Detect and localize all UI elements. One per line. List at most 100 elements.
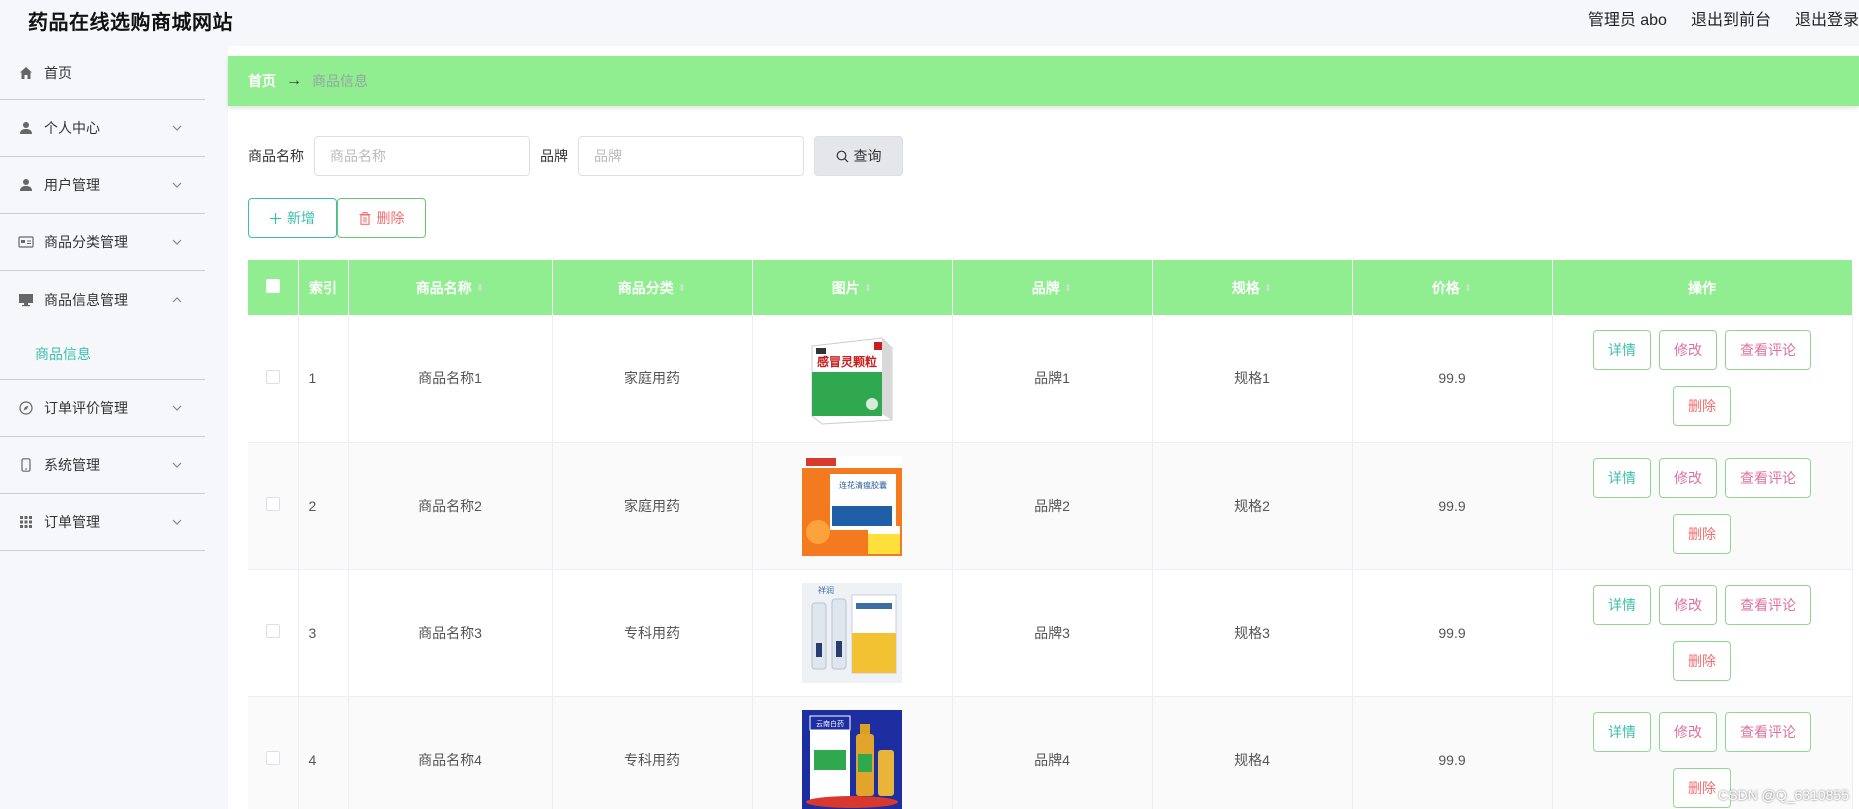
chevron-down-icon: [172, 239, 182, 245]
sort-icon[interactable]: ⬍: [476, 283, 484, 294]
logout-link[interactable]: 退出登录: [1795, 6, 1859, 30]
chevron-down-icon: [172, 125, 182, 131]
edit-button[interactable]: 修改: [1659, 457, 1717, 498]
breadcrumb-home[interactable]: 首页: [248, 71, 276, 91]
delete-button[interactable]: 删除: [1673, 386, 1731, 427]
column-header-spec[interactable]: 规格 ⬍: [1152, 260, 1353, 315]
row-category: 专科用药: [552, 696, 753, 809]
edit-button[interactable]: 修改: [1659, 584, 1717, 625]
sidebar-item-order-review[interactable]: 订单评价管理: [0, 380, 205, 437]
product-image[interactable]: 连花清瘟胶囊: [802, 455, 902, 556]
column-header-brand[interactable]: 品牌 ⬍: [952, 260, 1153, 315]
row-checkbox[interactable]: [265, 751, 280, 765]
column-header-index: 索引: [298, 260, 349, 315]
sidebar-item-category[interactable]: 商品分类管理: [0, 214, 205, 271]
batch-delete-label: 删除: [376, 210, 405, 226]
column-header-image[interactable]: 图片 ⬍: [752, 260, 953, 315]
submenu-product-info[interactable]: 商品信息: [0, 328, 205, 380]
column-header-price[interactable]: 价格 ⬍: [1352, 260, 1553, 315]
select-all-checkbox[interactable]: [265, 279, 280, 293]
table-row: 1 商品名称1 家庭用药 感冒灵颗粒 品牌1 规格1 99.9 详情 修改 查看…: [248, 315, 1853, 443]
sidebar-item-profile[interactable]: 个人中心: [0, 100, 205, 157]
product-image[interactable]: 祥润: [802, 582, 902, 683]
card-icon: [18, 234, 34, 250]
row-checkbox[interactable]: [265, 369, 280, 384]
header-label: 操作: [1688, 279, 1716, 296]
sort-icon[interactable]: ⬍: [678, 283, 686, 294]
chevron-down-icon: [172, 462, 182, 468]
row-ops: 详情 修改 查看评论 删除: [1552, 442, 1853, 570]
row-price: 99.9: [1352, 696, 1553, 809]
breadcrumb: 首页 → 商品信息: [228, 56, 1859, 106]
row-category: 家庭用药: [552, 315, 753, 443]
delete-button[interactable]: 删除: [1673, 513, 1731, 554]
search-icon: [836, 150, 848, 162]
row-image-cell: 云南白药: [752, 696, 953, 809]
row-spec: 规格2: [1152, 442, 1353, 570]
view-review-button[interactable]: 查看评论: [1725, 584, 1811, 625]
sidebar-item-product-info[interactable]: 商品信息管理: [0, 271, 205, 328]
sort-icon[interactable]: ⬍: [864, 283, 872, 294]
brand-input[interactable]: [578, 136, 804, 176]
add-button-label: 新增: [287, 210, 315, 226]
sidebar-item-system[interactable]: 系统管理: [0, 437, 205, 494]
product-image[interactable]: 感冒灵颗粒: [802, 328, 902, 428]
chevron-down-icon: [172, 405, 182, 411]
search-button[interactable]: 查询: [814, 136, 903, 176]
table-row: 4 商品名称4 专科用药 云南白药 品牌4 规格4 99.9 详情 修改 查看评…: [248, 696, 1853, 809]
product-name-label: 商品名称: [248, 148, 304, 164]
front-link[interactable]: 退出到前台: [1691, 6, 1771, 30]
sidebar-item-label: 商品分类管理: [44, 234, 128, 250]
sidebar-item-users[interactable]: 用户管理: [0, 157, 205, 214]
delete-button[interactable]: 删除: [1673, 640, 1731, 681]
sort-icon[interactable]: ⬍: [1264, 283, 1272, 294]
view-review-button[interactable]: 查看评论: [1725, 330, 1811, 371]
site-title: 药品在线选购商城网站: [28, 12, 233, 34]
edit-button[interactable]: 修改: [1659, 711, 1717, 752]
product-image-text: 祥润: [818, 585, 834, 595]
row-brand: 品牌2: [952, 442, 1153, 570]
compass-icon: [18, 400, 34, 416]
batch-delete-button[interactable]: 删除: [337, 198, 426, 238]
sort-icon[interactable]: ⬍: [1064, 283, 1072, 294]
product-name-input[interactable]: [314, 136, 530, 176]
sidebar-item-label: 商品信息管理: [44, 291, 128, 308]
row-name: 商品名称4: [348, 696, 553, 809]
row-checkbox[interactable]: [265, 624, 280, 638]
sidebar-item-home[interactable]: 首页: [0, 46, 205, 100]
row-brand: 品牌1: [952, 315, 1153, 443]
header-label: 商品分类: [617, 279, 674, 296]
header-actions: 管理员 abo 退出到前台 退出登录: [1588, 6, 1859, 30]
row-spec: 规格3: [1152, 569, 1353, 697]
grid-icon: [18, 514, 34, 530]
header-label: 规格: [1231, 279, 1260, 296]
column-header-name[interactable]: 商品名称 ⬍: [348, 260, 553, 315]
detail-button[interactable]: 详情: [1593, 330, 1651, 371]
detail-button[interactable]: 详情: [1593, 711, 1651, 752]
breadcrumb-arrow-icon: →: [286, 72, 302, 89]
detail-button[interactable]: 详情: [1593, 457, 1651, 498]
sidebar-item-label: 订单评价管理: [44, 400, 128, 416]
row-price: 99.9: [1352, 569, 1553, 697]
trash-icon: [359, 211, 370, 225]
detail-button[interactable]: 详情: [1593, 584, 1651, 625]
sidebar-item-label: 首页: [44, 64, 72, 81]
view-review-button[interactable]: 查看评论: [1725, 711, 1811, 752]
brand-label: 品牌: [540, 148, 568, 164]
row-checkbox[interactable]: [265, 497, 280, 511]
sidebar-item-label: 用户管理: [44, 177, 100, 193]
row-name: 商品名称2: [348, 442, 553, 570]
add-button[interactable]: 新增: [248, 198, 337, 238]
edit-button[interactable]: 修改: [1659, 330, 1717, 371]
view-review-button[interactable]: 查看评论: [1725, 457, 1811, 498]
column-header-category[interactable]: 商品分类 ⬍: [552, 260, 753, 315]
row-category: 家庭用药: [552, 442, 753, 570]
product-image[interactable]: 云南白药: [802, 709, 902, 809]
sidebar-item-orders[interactable]: 订单管理: [0, 494, 205, 551]
table-header-row: 索引 商品名称 ⬍ 商品分类 ⬍ 图片 ⬍ 品牌 ⬍ 规格 ⬍ 价格 ⬍ 操作: [248, 260, 1853, 315]
plus-icon: [270, 212, 281, 224]
row-index: 4: [298, 696, 349, 809]
sort-icon[interactable]: ⬍: [1464, 283, 1472, 294]
row-ops: 详情 修改 查看评论 删除: [1552, 569, 1853, 697]
header-label: 索引: [309, 279, 337, 296]
